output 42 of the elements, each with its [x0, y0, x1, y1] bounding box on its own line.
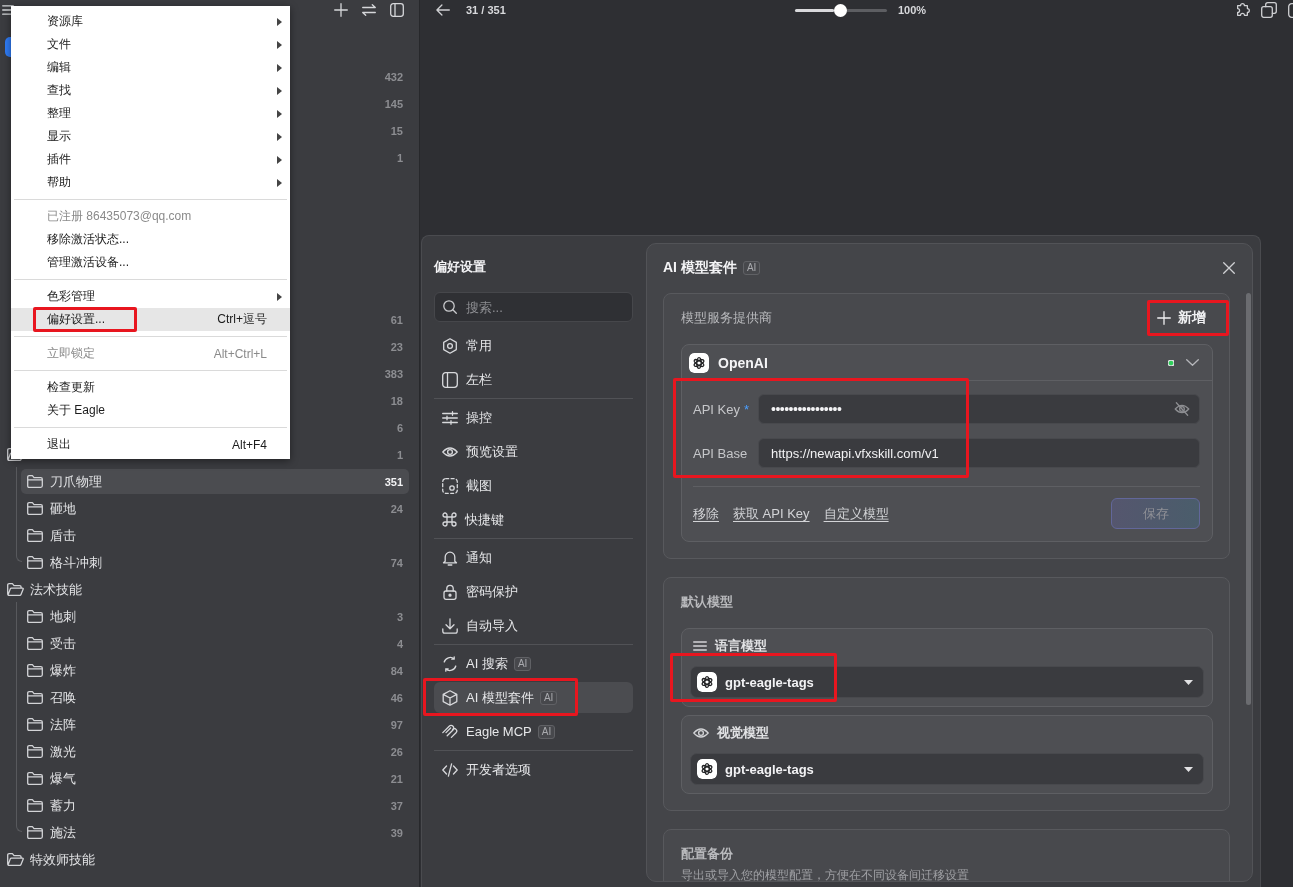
item-count: 1	[396, 151, 403, 164]
item-count: 24	[390, 502, 403, 515]
field-label: API Base	[693, 445, 749, 461]
panel-title: AI 模型套件	[663, 259, 737, 277]
ai-badge: AI	[742, 261, 761, 275]
item-count: 6	[396, 421, 403, 434]
model-label: 语言模型	[715, 637, 767, 655]
item-count: 84	[390, 664, 403, 677]
ai-badge: AI	[513, 656, 532, 671]
shortcut-text: Alt+Ctrl+L	[213, 346, 267, 361]
item-count: 18	[390, 394, 403, 407]
dialog-title: 偏好设置	[434, 258, 487, 276]
item-count: 26	[390, 745, 403, 758]
item-count: 351	[384, 475, 403, 488]
section-title: 模型服务提供商	[681, 309, 772, 327]
item-count: 15	[390, 124, 403, 137]
item-count: 4	[396, 637, 403, 650]
item-count: 46	[390, 691, 403, 704]
item-count: 383	[384, 367, 403, 380]
item-count: 61	[390, 313, 403, 326]
page-counter: 31 / 351	[466, 4, 506, 16]
item-count: 432	[384, 70, 403, 83]
ai-badge: AI	[537, 724, 556, 739]
description-text: 导出或导入您的模型配置，方便在不同设备间迁移设置	[681, 867, 970, 881]
ai-badge: AI	[539, 690, 558, 705]
item-count: 3	[396, 610, 403, 623]
section-title: 配置备份	[681, 845, 733, 863]
shortcut-text: Ctrl+逗号	[217, 311, 267, 328]
field-label: API Key *	[693, 401, 751, 417]
item-count: 39	[390, 826, 403, 839]
item-count: 1	[396, 448, 403, 461]
item-count: 145	[384, 97, 403, 110]
model-label: 视觉模型	[717, 724, 769, 742]
section-title: 默认模型	[681, 593, 733, 611]
item-count: 23	[390, 340, 403, 353]
item-count: 97	[390, 718, 403, 731]
zoom-reading: 100%	[897, 4, 927, 16]
item-count: 21	[390, 772, 403, 785]
item-count: 37	[390, 799, 403, 812]
provider-name: OpenAI	[718, 354, 768, 371]
item-count: 74	[390, 556, 403, 569]
shortcut-text: Alt+F4	[232, 437, 267, 452]
